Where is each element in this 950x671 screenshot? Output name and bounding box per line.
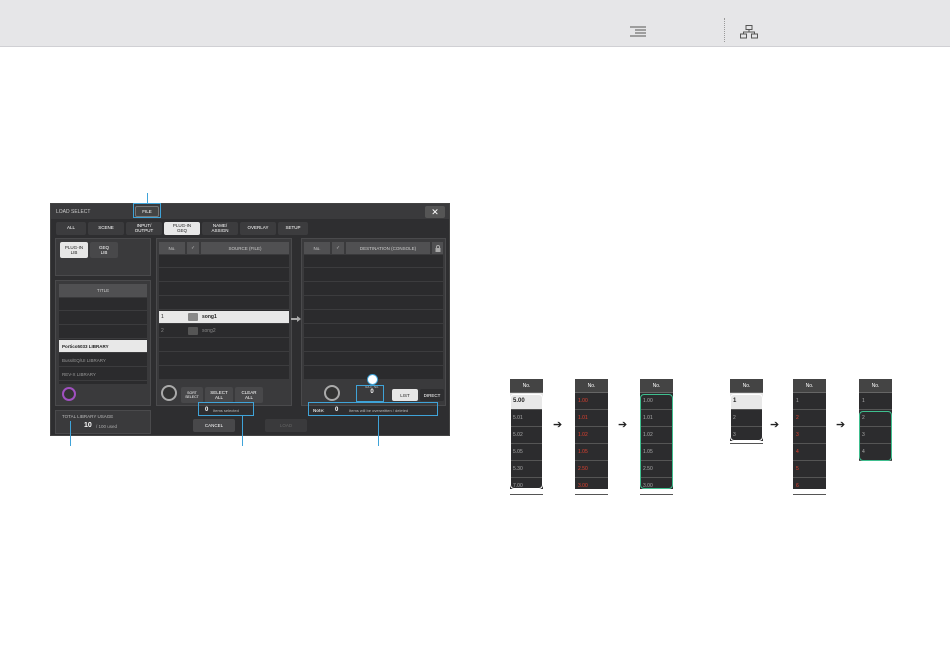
library-item-selected[interactable]: Portico5033 LIBRARY <box>59 340 147 353</box>
right-arrow-icon: ➔ <box>836 419 846 431</box>
tab-plugin-geq[interactable]: PLUG-IN GEQ <box>164 222 200 235</box>
lock-icon[interactable] <box>432 242 443 254</box>
library-type-panel: PLUG-IN LIB GEQ LIB <box>55 238 151 276</box>
top-bar <box>0 0 950 47</box>
source-list: 1 song1 2 song2 <box>159 255 289 379</box>
clear-all-button[interactable]: CLEAR ALL <box>235 387 263 403</box>
right-arrow-icon: ➔ <box>770 419 780 431</box>
tab-all[interactable]: ALL <box>56 222 86 235</box>
callout-line <box>147 193 148 203</box>
diagram1-column-2: No. 1.00 1.01 1.02 1.05 2.50 3.00 <box>575 379 608 495</box>
source-file-header: SOURCE (FILE) <box>201 242 289 254</box>
source-check-header: ✓ <box>187 242 199 254</box>
plugin-lib-button[interactable]: PLUG-IN LIB <box>60 242 88 258</box>
library-list-panel: TITLE Portico5033 LIBRARY Buss/EQ/UI LIB… <box>55 280 151 406</box>
source-checkbox[interactable] <box>188 327 198 335</box>
destination-list <box>304 255 443 379</box>
tab-name-assign[interactable]: NAME/ ASSIGN <box>202 222 238 235</box>
source-row-selected[interactable]: 1 song1 <box>159 311 289 324</box>
dialog-titlebar: LOAD SELECT FILE ✕ <box>51 204 449 219</box>
callout-dot <box>367 374 378 385</box>
dest-console-header: DESTINATION (CONSOLE) <box>346 242 430 254</box>
tab-setup[interactable]: SETUP <box>278 222 308 235</box>
right-arrow-icon: ➔ <box>618 419 628 431</box>
callout-line <box>378 416 379 446</box>
title-header: TITLE <box>59 284 147 297</box>
close-button[interactable]: ✕ <box>425 206 445 218</box>
source-checkbox[interactable] <box>188 313 198 321</box>
callout-file-button <box>133 203 161 218</box>
usage-label: TOTAL LIBRARY USAGE <box>62 414 114 419</box>
tab-input-output[interactable]: INPUT/ OUTPUT <box>126 222 162 235</box>
tab-bar: ALL SCENE INPUT/ OUTPUT PLUG-IN GEQ NAME… <box>51 222 449 235</box>
dest-no-header: No. <box>304 242 330 254</box>
callout-line <box>70 421 71 446</box>
usage-value: 10 <box>84 422 92 429</box>
library-item[interactable]: REV-X LIBRARY <box>59 368 147 381</box>
source-row[interactable]: 2 song2 <box>159 325 289 338</box>
cancel-button[interactable]: CANCEL <box>193 419 235 432</box>
toolbar-divider <box>724 18 725 42</box>
callout-note <box>308 402 438 416</box>
toc-icon[interactable] <box>630 26 646 38</box>
dest-scroll-knob[interactable] <box>324 385 340 401</box>
library-item[interactable]: Buss/EQ/UI LIBRARY <box>59 354 147 367</box>
tab-overlay[interactable]: OVERLAY <box>240 222 276 235</box>
source-panel: No. ✓ SOURCE (FILE) 1 song1 2 song2 SORT… <box>156 238 292 406</box>
diagram1-selection-box <box>510 394 543 489</box>
library-scroll-knob[interactable] <box>62 387 76 401</box>
diagram2-selection-box <box>730 394 763 441</box>
select-all-button[interactable]: SELECT ALL <box>205 387 233 403</box>
source-no-header: No. <box>159 242 185 254</box>
diagram1-result-box <box>640 394 673 489</box>
right-arrow-icon: ➔ <box>553 419 563 431</box>
right-arrow-icon <box>291 316 301 322</box>
usage-suffix: / 100 used <box>96 424 118 429</box>
dialog-title: LOAD SELECT <box>56 209 91 215</box>
source-scroll-knob[interactable] <box>161 385 177 401</box>
callout-line <box>242 416 243 446</box>
library-list: Portico5033 LIBRARY Buss/EQ/UI LIBRARY R… <box>59 298 147 384</box>
diagram2-column-2: No. 1 2 3 4 5 6 <box>793 379 826 495</box>
callout-selected-count <box>198 402 254 416</box>
sort-select-button[interactable]: SORT SELECT <box>181 387 203 403</box>
tab-scene[interactable]: SCENE <box>88 222 124 235</box>
geq-lib-button[interactable]: GEQ LIB <box>90 242 118 258</box>
direct-button[interactable]: DIRECT <box>420 389 444 401</box>
dest-check-header: ✓ <box>332 242 344 254</box>
callout-idle-no <box>356 385 384 402</box>
list-button[interactable]: LIST <box>392 389 418 401</box>
load-button[interactable]: LOAD <box>265 419 307 432</box>
diagram2-result-box <box>859 411 892 461</box>
sitemap-icon[interactable] <box>740 25 758 39</box>
